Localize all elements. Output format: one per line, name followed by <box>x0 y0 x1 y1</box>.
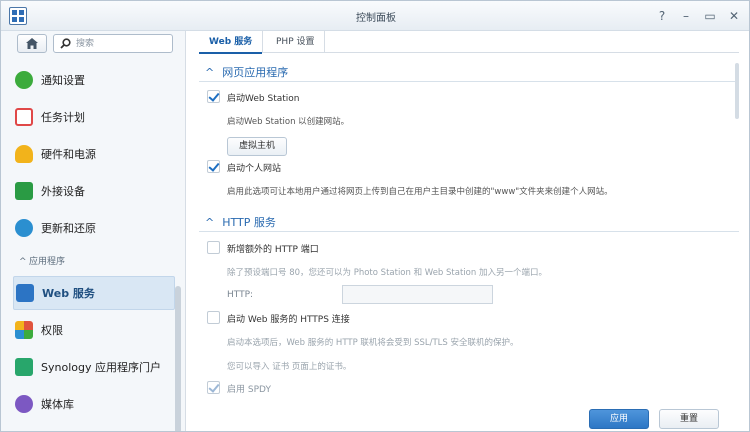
sidebar-item-label: 硬件和电源 <box>41 148 96 161</box>
search-input[interactable] <box>76 37 166 51</box>
sidebar-item-notification[interactable]: 通知设置 <box>15 63 175 97</box>
apply-button[interactable]: 应用 <box>589 409 649 429</box>
section-http-service-header[interactable]: ^ HTTP 服务 <box>205 214 276 230</box>
sidebar-item-label: 通知设置 <box>41 74 85 87</box>
extra-http-port-description: 除了预设端口号 80，您还可以为 Photo Station 和 Web Sta… <box>227 268 547 278</box>
reset-button[interactable]: 重置 <box>659 409 719 429</box>
sidebar-item-update-restore[interactable]: 更新和还原 <box>15 211 175 245</box>
enable-https-label: 启动 Web 服务的 HTTPS 连接 <box>227 315 350 325</box>
chevron-up-icon: ^ <box>19 257 27 267</box>
http-port-label: HTTP: <box>227 290 254 300</box>
sidebar-item-media-library[interactable]: 媒体库 <box>15 387 175 421</box>
enable-spdy-label: 启用 SPDY <box>227 385 271 395</box>
sidebar-item-task-scheduler[interactable]: 任务计划 <box>15 100 175 134</box>
sidebar-section-applications[interactable]: ^ 应用程序 <box>19 254 65 267</box>
sidebar-item-app-portal[interactable]: Synology 应用程序门户 <box>15 350 175 384</box>
sidebar-item-label: 更新和还原 <box>41 222 96 235</box>
web-station-description: 启动Web Station 以创建网站。 <box>227 117 350 127</box>
enable-personal-site-checkbox[interactable] <box>207 160 220 173</box>
section-title: 网页应用程序 <box>222 66 289 79</box>
minimize-icon[interactable]: – <box>679 9 693 23</box>
settings-content: ^ 网页应用程序 启动Web Station 启动Web Station 以创建… <box>199 57 739 397</box>
divider <box>199 81 739 82</box>
virtual-host-button[interactable]: 虚拟主机 <box>227 137 288 156</box>
sidebar: 通知设置 任务计划 硬件和电源 外接设备 更新和还原 ^应用程序 Web 服务 … <box>1 31 186 431</box>
sidebar-item-privileges[interactable]: 权限 <box>15 313 175 347</box>
sidebar-item-web-services[interactable]: Web 服务 <box>13 276 175 310</box>
lightbulb-icon <box>15 145 33 163</box>
section-title: HTTP 服务 <box>222 216 276 229</box>
windows-grid-icon <box>15 321 33 339</box>
search-icon <box>60 38 71 49</box>
certificate-description: 您可以导入 证书 页面上的证书。 <box>227 362 352 372</box>
refresh-icon <box>15 219 33 237</box>
web-globe-icon <box>16 284 34 302</box>
sidebar-item-label: 媒体库 <box>41 398 74 411</box>
close-icon[interactable]: ✕ <box>727 9 741 23</box>
sidebar-scrollbar[interactable] <box>175 286 181 431</box>
extra-http-port-label: 新增额外的 HTTP 端口 <box>227 245 319 255</box>
sidebar-item-label: Synology 应用程序门户 <box>41 361 161 374</box>
sidebar-item-label: Web 服务 <box>42 287 95 300</box>
home-icon <box>26 38 38 49</box>
media-library-icon <box>15 395 33 413</box>
footer-bar: 应用 重置 <box>187 401 749 431</box>
section-label: 应用程序 <box>29 257 66 267</box>
http-port-input[interactable] <box>342 285 493 304</box>
maximize-icon[interactable]: ▭ <box>703 9 717 23</box>
divider <box>199 231 739 232</box>
main-panel: Web 服务 PHP 设置 ^ 网页应用程序 启动Web Station 启动W… <box>187 31 749 431</box>
window-title: 控制面板 <box>356 13 396 24</box>
enable-spdy-checkbox[interactable] <box>207 381 220 394</box>
home-button[interactable] <box>17 34 47 53</box>
sidebar-item-label: 权限 <box>41 324 63 337</box>
control-panel-window: 控制面板 ? – ▭ ✕ 通知设置 任务计划 硬件和电源 <box>0 0 750 432</box>
calendar-check-icon <box>15 108 33 126</box>
help-icon[interactable]: ? <box>655 9 669 23</box>
sidebar-item-label: 任务计划 <box>41 111 85 124</box>
section-web-apps-header[interactable]: ^ 网页应用程序 <box>205 64 288 80</box>
title-bar[interactable]: 控制面板 ? – ▭ ✕ <box>1 1 749 31</box>
enable-personal-site-label: 启动个人网站 <box>227 164 282 174</box>
portal-icon <box>15 358 33 376</box>
enable-web-station-label: 启动Web Station <box>227 94 300 104</box>
tab-php-settings[interactable]: PHP 设置 <box>266 31 326 53</box>
chevron-up-icon: ^ <box>205 215 215 229</box>
chat-bubble-icon <box>15 71 33 89</box>
sidebar-item-hardware-power[interactable]: 硬件和电源 <box>15 137 175 171</box>
tab-web-services[interactable]: Web 服务 <box>199 31 264 54</box>
personal-site-description: 启用此选项可让本地用户通过将网页上传到自己在用户主目录中创建的"www"文件夹来… <box>227 187 613 197</box>
sidebar-item-external-devices[interactable]: 外接设备 <box>15 174 175 208</box>
tab-bar: Web 服务 PHP 设置 <box>199 31 739 54</box>
upload-icon <box>15 182 33 200</box>
extra-http-port-checkbox[interactable] <box>207 241 220 254</box>
enable-https-checkbox[interactable] <box>207 311 220 324</box>
sidebar-item-label: 外接设备 <box>41 185 85 198</box>
https-description: 启动本选项后，Web 服务的 HTTP 联机将会受到 SSL/TLS 安全联机的… <box>227 338 519 348</box>
content-scrollbar[interactable] <box>735 63 739 119</box>
search-box[interactable] <box>53 34 173 53</box>
enable-web-station-checkbox[interactable] <box>207 90 220 103</box>
chevron-up-icon: ^ <box>205 65 215 79</box>
